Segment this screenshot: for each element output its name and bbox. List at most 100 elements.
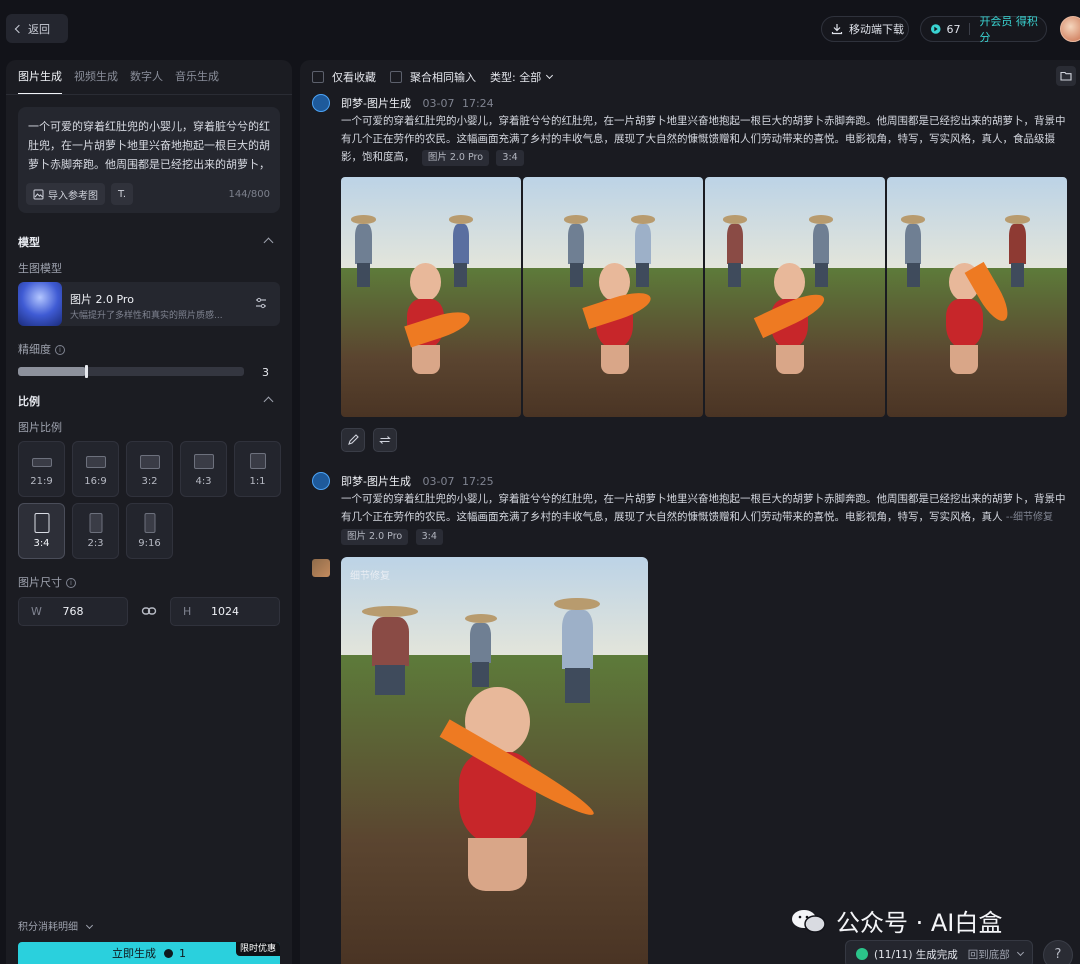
model-description: 大幅提升了多样性和真实的照片质感... [70,311,223,321]
cost-label: 积分消耗明细 [18,922,78,933]
image-results-grid [341,177,1067,417]
status-text: (11/11) 生成完成 [874,948,958,961]
prompt-text[interactable]: 一个可爱的穿着红肚兜的小婴儿，穿着脏兮兮的红肚兜，在一片胡萝卜地里兴奋地抱起一根… [28,117,270,175]
detail-value: 3 [262,366,269,379]
ratio-label-text: 3:2 [141,476,158,487]
text-format-button[interactable]: T. [111,183,134,205]
chevron-up-icon[interactable] [263,396,274,407]
model-thumbnail [18,282,62,326]
size-label: 图片尺寸 [18,576,62,589]
import-reference-button[interactable]: 导入参考图 [26,183,105,205]
mobile-download-button[interactable]: 移动端下载 [821,16,909,42]
tab-image-generation[interactable]: 图片生成 [18,68,62,95]
filter-merge-label: 聚合相同输入 [410,71,476,84]
result-image[interactable] [341,177,521,417]
entry-prompt[interactable]: 一个可爱的穿着红肚兜的小婴儿，穿着脏兮兮的红肚兜，在一片胡萝卜地里兴奋地抱起一根… [341,112,1067,166]
ratio-section-title: 比例 [18,395,40,408]
ratio-label-text: 9:16 [138,538,161,549]
ratio-label-text: 16:9 [84,476,107,487]
wechat-icon [790,908,828,934]
ratio-label: 图片比例 [18,421,62,434]
ratio-option-4-3[interactable]: 4:3 [180,441,227,497]
height-value[interactable]: 1024 [171,605,279,618]
prompt-input[interactable]: 一个可爱的穿着红肚兜的小婴儿，穿着脏兮兮的红肚兜，在一片胡萝卜地里兴奋地抱起一根… [18,107,280,213]
points-pill[interactable]: 67 开会员 得积分 [920,13,1047,45]
generate-label: 立即生成 [112,947,156,960]
folder-button[interactable] [1056,66,1076,86]
points-value: 67 [946,22,961,36]
top-bar: 返回 移动端下载 67 开会员 得积分 [0,0,1080,56]
pencil-icon [348,434,359,445]
detail-slider[interactable] [18,365,244,378]
farmer-figure [563,215,589,288]
model-name: 图片 2.0 Pro [70,293,134,306]
ratio-option-3-4[interactable]: 3:4 [18,503,65,559]
ratio-label-text: 1:1 [249,476,266,487]
checkbox[interactable] [390,71,402,83]
model-selector[interactable]: 图片 2.0 Pro 大幅提升了多样性和真实的照片质感... [18,282,280,326]
ratio-option-1-1[interactable]: 1:1 [234,441,281,497]
result-image[interactable] [523,177,703,417]
dreamina-logo-icon [312,472,330,490]
width-field[interactable]: W 768 [18,597,128,626]
back-button[interactable]: 返回 [6,14,68,43]
regenerate-button[interactable] [373,428,397,452]
farmer-figure [900,215,926,288]
result-image[interactable] [705,177,885,417]
edit-button[interactable] [341,428,365,452]
ratio-option-2-3[interactable]: 2:3 [72,503,119,559]
slider-fill [18,367,86,376]
ratio-3-4-icon [34,513,49,533]
info-icon[interactable]: i [55,345,65,355]
tab-video-generation[interactable]: 视频生成 [74,68,118,95]
link-icon[interactable] [141,603,157,619]
generate-cost: 1 [179,947,186,960]
dreamina-logo-icon [312,94,330,112]
ratio-option-3-2[interactable]: 3:2 [126,441,173,497]
vip-link[interactable]: 开会员 得积分 [979,13,1046,45]
farmer-figure [362,605,418,696]
help-button[interactable]: ? [1043,940,1073,964]
filter-merge-same-input[interactable]: 聚合相同输入 [390,69,476,85]
info-icon[interactable]: i [66,578,76,588]
farmer-figure [464,613,497,688]
scroll-to-bottom-link[interactable]: 回到底部 [968,947,1010,962]
result-image-large[interactable]: 细节修复 [341,557,648,964]
image-icon [33,189,44,199]
filter-bar: 仅看收藏 聚合相同输入 类型: 全部 [312,69,566,85]
farmer-figure [1005,215,1030,288]
ratio-option-9-16[interactable]: 9:16 [126,503,173,559]
left-panel: 图片生成 视频生成 数字人 音乐生成 一个可爱的穿着红肚兜的小婴儿，穿着脏兮兮的… [6,60,292,964]
entry-source: 即梦-图片生成 [341,475,411,488]
main-panel: 仅看收藏 聚合相同输入 类型: 全部 即梦-图片生成 03-07 17:24 一… [300,60,1080,964]
filter-favorites[interactable]: 仅看收藏 [312,69,376,85]
tab-digital-human[interactable]: 数字人 [130,68,163,95]
avatar[interactable] [1060,16,1080,42]
entry-prompt[interactable]: 一个可爱的穿着红肚兜的小婴儿，穿着脏兮兮的红肚兜，在一片胡萝卜地里兴奋地抱起一根… [341,490,1067,545]
generate-button[interactable]: 立即生成 1 限时优惠 [18,942,280,964]
detail-label-row: 精细度 i [18,341,65,357]
chevron-up-icon[interactable] [263,237,274,248]
status-pill[interactable]: (11/11) 生成完成 回到底部 [845,940,1033,964]
back-label: 返回 [28,22,50,36]
ratio-21-9-icon [31,458,52,467]
reference-thumbnail[interactable] [312,559,330,577]
ratio-option-16-9[interactable]: 16:9 [72,441,119,497]
cost-details-toggle[interactable]: 积分消耗明细 [18,918,94,933]
ratio-option-21-9[interactable]: 21:9 [18,441,65,497]
result-image[interactable] [887,177,1067,417]
detail-label: 精细度 [18,343,51,356]
filter-type-dropdown[interactable]: 类型: 全部 [490,69,554,85]
entry-date: 03-07 [422,97,455,110]
points-icon [163,949,173,958]
tab-music-generation[interactable]: 音乐生成 [175,68,219,95]
detail-fix-link[interactable]: --细节修复 [1006,512,1053,523]
height-field[interactable]: H 1024 [170,597,280,626]
slider-handle[interactable] [84,365,88,378]
settings-sliders-icon[interactable] [254,296,268,310]
width-value[interactable]: 768 [19,605,127,618]
checkbox[interactable] [312,71,324,83]
prompt-tools: 导入参考图 T. [26,183,134,205]
promo-badge: 限时优惠 [235,942,280,956]
refresh-icon [379,436,391,444]
